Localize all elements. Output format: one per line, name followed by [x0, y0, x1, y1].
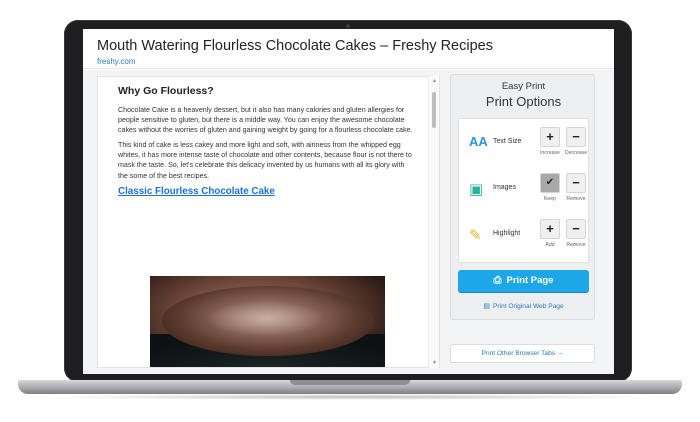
highlight-add-button[interactable]: +	[540, 219, 560, 239]
print-other-tabs-button[interactable]: Print Other Browser Tabs →	[450, 344, 595, 363]
highlight-remove-button[interactable]: −	[566, 219, 586, 239]
option-label-highlight: Highlight	[493, 230, 521, 237]
print-original-label: Print Original Web Page	[493, 303, 564, 310]
panel-brand: Easy Print	[501, 81, 546, 92]
print-page-button[interactable]: ⎙ Print Page	[458, 270, 589, 292]
article-paragraph[interactable]: Chocolate Cake is a heavenly dessert, bu…	[118, 105, 416, 135]
option-row-text-size: AA Text Size + Increase − Decrease	[459, 127, 590, 167]
camera-dot	[346, 24, 350, 28]
scroll-up-arrow-icon[interactable]: ▲	[432, 78, 437, 84]
screen: Mouth Watering Flourless Chocolate Cakes…	[83, 29, 614, 374]
sugar-dust	[205, 301, 325, 336]
highlighter-icon: ✎	[469, 227, 482, 244]
page-header: Mouth Watering Flourless Chocolate Cakes…	[83, 29, 614, 69]
remove-caption: Remove	[566, 196, 586, 202]
article-heading: Why Go Flourless?	[118, 85, 214, 97]
printer-icon: ⎙	[493, 275, 502, 286]
text-size-decrease-button[interactable]: −	[566, 127, 586, 147]
remove-caption: Remove	[566, 242, 586, 248]
options-box: AA Text Size + Increase − Decrease ▣ Ima…	[458, 118, 589, 263]
print-options-panel: Easy Print Print Options AA Text Size + …	[450, 74, 595, 320]
document-icon: ▤	[483, 303, 490, 310]
article-paragraph[interactable]: This kind of cake is less cakey and more…	[118, 140, 416, 180]
laptop-notch	[290, 380, 410, 385]
chocolate-cake-photo[interactable]	[150, 276, 385, 367]
site-link[interactable]: freshy.com	[97, 57, 136, 66]
print-page-label: Print Page	[506, 275, 554, 286]
keep-caption: Keep	[543, 196, 557, 202]
option-label-text-size: Text Size	[493, 138, 522, 145]
increase-caption: Increase	[540, 150, 560, 156]
recipe-link[interactable]: Classic Flourless Chocolate Cake	[118, 186, 416, 197]
images-keep-button[interactable]: ✔	[540, 173, 560, 193]
print-original-link[interactable]: ▤ Print Original Web Page	[451, 302, 596, 310]
text-size-increase-button[interactable]: +	[540, 127, 560, 147]
page-title: Mouth Watering Flourless Chocolate Cakes…	[97, 38, 493, 54]
images-remove-button[interactable]: −	[566, 173, 586, 193]
image-icon: ▣	[469, 181, 484, 198]
option-row-images: ▣ Images ✔ Keep − Remove	[459, 173, 590, 213]
scroll-down-arrow-icon[interactable]: ▼	[432, 360, 437, 366]
text-size-icon: AA	[469, 134, 488, 149]
article-preview: Why Go Flourless? Chocolate Cake is a he…	[97, 76, 440, 368]
option-row-highlight: ✎ Highlight + Add − Remove	[459, 219, 590, 259]
laptop-shadow	[40, 394, 660, 400]
option-label-images: Images	[493, 184, 516, 191]
scroll-thumb[interactable]	[432, 92, 436, 128]
decrease-caption: Decrease	[564, 150, 588, 156]
article-scrollbar[interactable]: ▲ ▼	[428, 76, 439, 368]
panel-title: Print Options	[485, 94, 562, 109]
add-caption: Add	[545, 242, 555, 248]
